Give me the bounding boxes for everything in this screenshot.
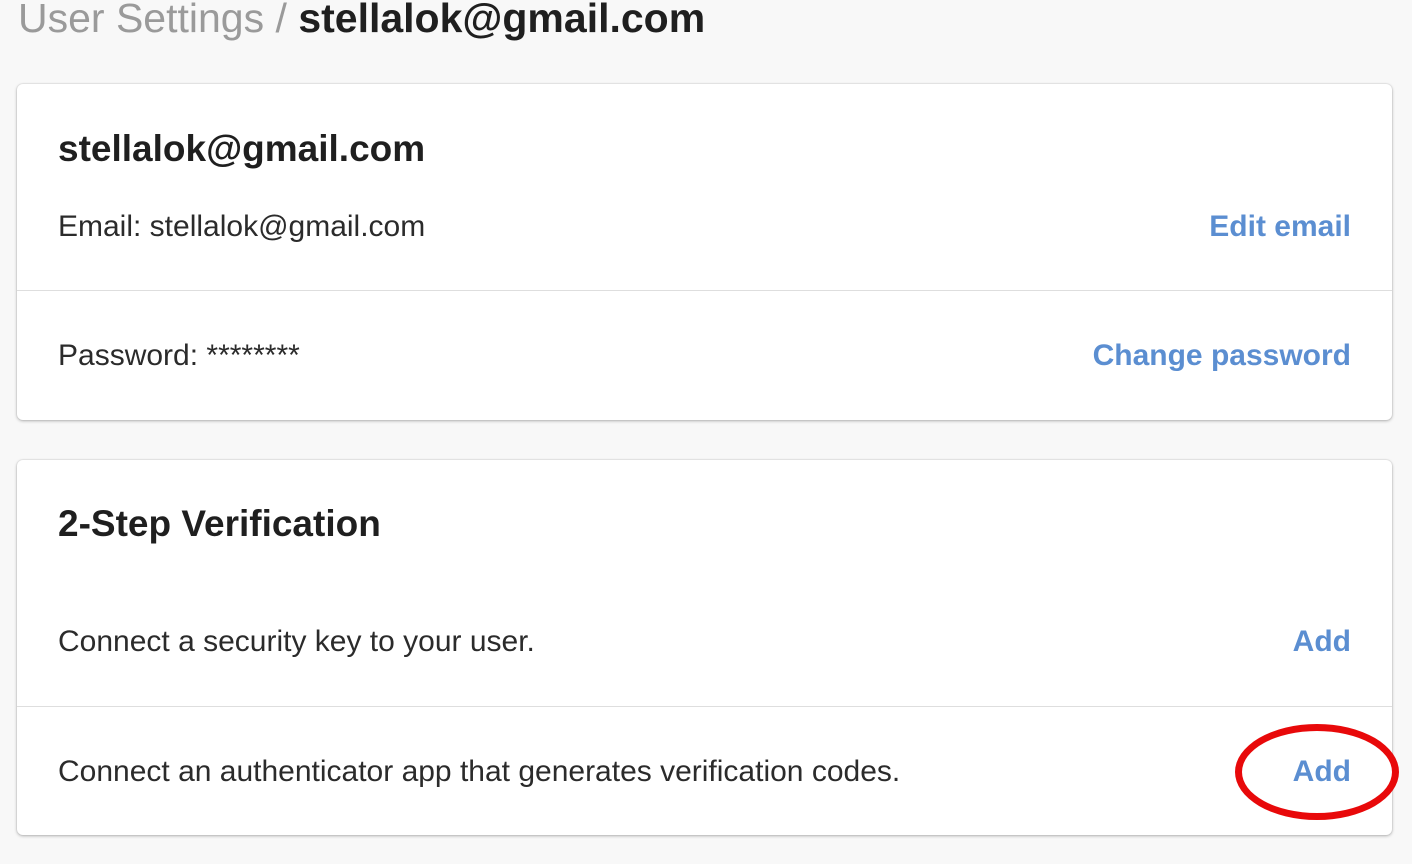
authenticator-app-label: Connect an authenticator app that genera…: [58, 755, 901, 788]
two-step-verification-card: 2-Step Verification Connect a security k…: [17, 460, 1392, 835]
breadcrumb: User Settings / stellalok@gmail.com: [18, 0, 705, 42]
divider: [17, 290, 1392, 291]
edit-email-link[interactable]: Edit email: [1209, 210, 1351, 244]
email-row: Email: stellalok@gmail.com Edit email: [17, 187, 1392, 267]
account-card: stellalok@gmail.com Email: stellalok@gma…: [17, 84, 1392, 420]
password-row: Password: ******** Change password: [17, 316, 1392, 396]
add-authenticator-app-link[interactable]: Add: [1293, 755, 1351, 789]
breadcrumb-separator: /: [275, 0, 287, 41]
add-security-key-link[interactable]: Add: [1293, 625, 1351, 659]
change-password-link[interactable]: Change password: [1093, 339, 1351, 373]
breadcrumb-user-settings-link[interactable]: User Settings: [18, 0, 264, 41]
security-key-row: Connect a security key to your user. Add: [17, 602, 1392, 682]
email-label: Email: stellalok@gmail.com: [58, 210, 426, 243]
authenticator-app-row: Connect an authenticator app that genera…: [17, 732, 1392, 812]
password-label: Password: ********: [58, 339, 300, 372]
account-card-title: stellalok@gmail.com: [58, 128, 426, 169]
security-key-label: Connect a security key to your user.: [58, 625, 535, 658]
two-step-card-title: 2-Step Verification: [58, 503, 381, 544]
breadcrumb-current-user: stellalok@gmail.com: [298, 0, 706, 41]
divider: [17, 706, 1392, 707]
